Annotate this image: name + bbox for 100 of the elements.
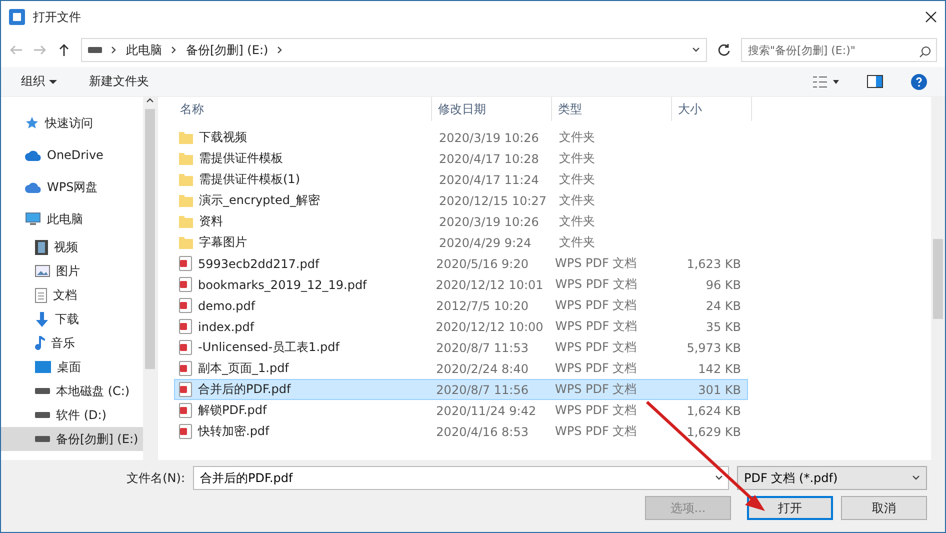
folder-icon [179, 131, 193, 144]
type-cell-text: WPS PDF 文档 [554, 360, 638, 377]
pdf-file-icon [179, 382, 192, 397]
file-name: index.pdf [198, 320, 254, 334]
organize-button[interactable]: 组织 [19, 71, 59, 92]
monitor-icon [35, 360, 51, 374]
sidebar-item[interactable]: 下载 [1, 307, 143, 331]
file-row[interactable]: 5993ecb2dd217.pdf 2020/5/16 9:20 WPS PDF 文档 1,623 KB [174, 253, 748, 274]
document-icon [35, 288, 47, 302]
file-name: 资料 [199, 213, 223, 230]
sidebar-item[interactable]: 本地磁盘 (C:) [1, 379, 143, 403]
type-cell-text: 文件夹 [558, 129, 596, 146]
date-cell-text: 2020/4/17 11:24 [438, 172, 540, 186]
size-cell-text: 142 KB [697, 362, 742, 376]
pdf-file-icon [179, 403, 192, 418]
file-row[interactable]: 资料 2020/3/19 10:26 文件夹 [174, 211, 748, 232]
cloud-icon [25, 182, 41, 192]
column-header[interactable]: 类型 [552, 97, 672, 121]
type-cell-text: WPS PDF 文档 [554, 381, 638, 398]
scrollbar[interactable] [143, 97, 157, 460]
date-cell-text: 2020/8/7 11:53 [435, 340, 530, 354]
size-cell-text: 1,629 KB [686, 424, 742, 438]
date-cell-text: 2020/8/7 11:56 [435, 382, 530, 396]
type-cell-text: 文件夹 [558, 213, 596, 230]
up-icon[interactable] [57, 43, 71, 57]
sidebar-item[interactable]: WPS网盘 [1, 171, 143, 203]
file-row[interactable]: 演示_encrypted_解密 2020/12/15 10:27 文件夹 [174, 190, 748, 211]
preview-pane-icon[interactable] [867, 75, 883, 88]
breadcrumb[interactable]: 此电脑 [126, 42, 162, 58]
sidebar-item[interactable]: 桌面 [1, 355, 143, 379]
file-row[interactable]: -Unlicensed-员工表1.pdf 2020/8/7 11:53 WPS PDF 文档 5,973 KB [174, 337, 748, 358]
cancel-button[interactable]: 取消 [841, 496, 927, 520]
filename-field[interactable]: 合并后的PDF.pdf [193, 466, 729, 490]
file-name: 需提供证件模板 [199, 150, 283, 167]
type-cell-text: WPS PDF 文档 [554, 318, 638, 335]
open-button[interactable]: 打开 [747, 496, 833, 520]
breadcrumb[interactable]: 备份[勿删] (E:) [186, 42, 268, 58]
chevron-icon [110, 46, 118, 54]
column-header[interactable]: 大小 [672, 97, 752, 121]
sidebar-item[interactable]: OneDrive [1, 139, 143, 171]
file-name: 合并后的PDF.pdf [198, 381, 291, 398]
refresh-icon[interactable] [717, 43, 731, 57]
folder-icon [179, 152, 193, 165]
file-row[interactable]: 快转加密.pdf 2020/4/16 8:53 WPS PDF 文档 1,629 KB [174, 421, 748, 442]
sidebar-item[interactable]: 此电脑 [1, 203, 143, 235]
column-header[interactable]: 修改日期 [432, 97, 552, 121]
date-cell-text: 2020/5/16 9:20 [435, 256, 530, 270]
file-row[interactable]: 需提供证件模板(1) 2020/4/17 11:24 文件夹 [174, 169, 748, 190]
filename-label: 文件名(N): [126, 470, 185, 486]
file-type-dropdown[interactable]: PDF 文档 (*.pdf) [737, 466, 927, 490]
sidebar-item[interactable]: 图片 [1, 259, 143, 283]
drive-icon [35, 436, 50, 442]
star-icon [25, 116, 39, 130]
sidebar-item[interactable]: 软件 (D:) [1, 403, 143, 427]
file-row[interactable]: 下载视频 2020/3/19 10:26 文件夹 [174, 127, 748, 148]
new-folder-button[interactable]: 新建文件夹 [86, 71, 785, 92]
sidebar-item[interactable]: 音乐 [1, 331, 143, 355]
sidebar-item[interactable]: 视频 [1, 235, 143, 259]
file-row[interactable]: 字幕图片 2020/4/29 9:24 文件夹 [174, 232, 748, 253]
pdf-file-icon [179, 256, 192, 271]
date-cell-text: 2020/4/29 9:24 [438, 236, 532, 250]
size-cell-text: 5,973 KB [686, 340, 742, 354]
date-cell-text: 2020/12/12 10:00 [434, 320, 544, 334]
chevron-up-icon [146, 97, 154, 105]
close-icon[interactable] [925, 11, 937, 23]
chevron-down-icon [692, 46, 700, 54]
file-row[interactable]: bookmarks_2019_12_19.pdf 2020/12/12 10:01 WPS PDF 文档 96 KB [174, 274, 748, 295]
music-note-icon [35, 336, 45, 350]
help-icon[interactable] [911, 74, 927, 90]
pdf-file-icon [179, 298, 192, 313]
column-header[interactable]: 名称 [174, 97, 432, 121]
file-name: 需提供证件模板(1) [199, 171, 300, 188]
file-row[interactable]: 副本_页面_1.pdf 2020/2/24 8:40 WPS PDF 文档 142 KB [174, 358, 748, 379]
file-row[interactable]: demo.pdf 2012/7/5 10:20 WPS PDF 文档 24 KB [174, 295, 748, 316]
drive-icon [35, 388, 50, 394]
pdf-file-icon [179, 424, 192, 439]
file-name: bookmarks_2019_12_19.pdf [198, 278, 367, 292]
type-cell-text: WPS PDF 文档 [554, 276, 638, 293]
file-name: 下载视频 [199, 129, 247, 146]
search-icon [919, 46, 931, 58]
date-cell-text: 2020/3/19 10:26 [438, 130, 540, 144]
chevron-down-icon [715, 474, 723, 482]
view-options-icon[interactable] [813, 76, 839, 88]
sidebar-item[interactable]: 备份[勿删] (E:) [1, 427, 143, 451]
folder-icon [179, 194, 193, 207]
scrollbar[interactable] [931, 97, 945, 460]
file-row[interactable]: 合并后的PDF.pdf 2020/8/7 11:56 WPS PDF 文档 301 KB [174, 379, 748, 400]
sidebar-item[interactable]: 快速访问 [1, 107, 143, 139]
file-row[interactable]: index.pdf 2020/12/12 10:00 WPS PDF 文档 35 KB [174, 316, 748, 337]
search-field[interactable]: 搜索"备份[勿删] (E:)" [741, 38, 937, 62]
size-cell-text: 96 KB [704, 278, 742, 292]
address-bar[interactable]: 此电脑 备份[勿删] (E:) [81, 38, 707, 62]
size-cell-text: 1,623 KB [686, 256, 742, 270]
image-icon [35, 265, 50, 277]
file-row[interactable]: 需提供证件模板 2020/4/17 10:28 文件夹 [174, 148, 748, 169]
file-name: 演示_encrypted_解密 [199, 192, 320, 209]
sidebar-item[interactable]: 文档 [1, 283, 143, 307]
pdf-file-icon [179, 340, 192, 355]
file-row[interactable]: 解锁PDF.pdf 2020/11/24 9:42 WPS PDF 文档 1,624 KB [174, 400, 748, 421]
type-cell-text: WPS PDF 文档 [554, 297, 638, 314]
